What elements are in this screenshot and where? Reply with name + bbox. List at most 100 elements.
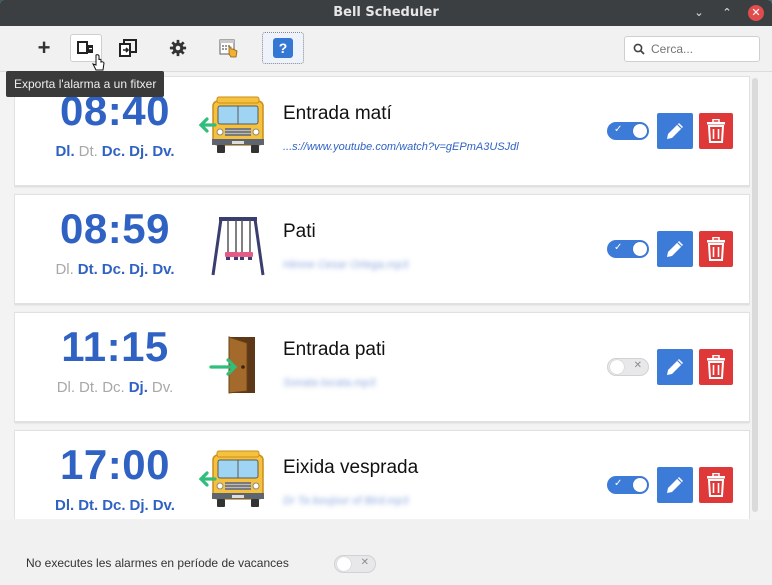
alarm-days: Dl. Dt. Dc. Dj. Dv.: [29, 143, 201, 160]
search-icon: [633, 43, 645, 55]
alarm-enabled-toggle[interactable]: ✕: [607, 358, 649, 376]
alarm-name: Pati: [283, 221, 316, 242]
delete-alarm-button[interactable]: [699, 349, 733, 385]
title-bar: Bell Scheduler ⌄ ⌃ ✕: [0, 0, 772, 26]
search-input[interactable]: [651, 42, 751, 56]
close-window-button[interactable]: ✕: [748, 5, 764, 21]
alarm-time: 17:00: [60, 441, 170, 488]
add-alarm-button[interactable]: +: [28, 34, 60, 62]
swing-icon: [199, 213, 273, 283]
edit-alarm-button[interactable]: [657, 113, 693, 149]
toggle-knob: [633, 242, 647, 256]
alarm-days: Dl. Dt. Dc. Dj. Dv.: [29, 379, 201, 396]
cross-icon: ✕: [633, 360, 642, 371]
day-2: Dc.: [102, 497, 126, 514]
day-1: Dt.: [78, 143, 98, 160]
tooltip-export: Exporta l'alarma a un fitxer: [6, 71, 165, 97]
import-icon: [119, 39, 137, 57]
alarm-time: 11:15: [61, 323, 169, 370]
minimize-button[interactable]: ⌄: [692, 0, 706, 26]
trash-icon: [707, 355, 725, 379]
edit-alarm-button[interactable]: [657, 349, 693, 385]
day-2: Dc.: [101, 143, 126, 160]
alarm-list: 08:40 Dl. Dt. Dc. Dj. Dv. Entrada matí ...s:…: [14, 76, 750, 519]
alarm-card: 17:00 Dl. Dt. Dc. Dj. Dv. Eixida vesprada Dr…: [14, 430, 750, 519]
day-3: Dj.: [129, 143, 149, 160]
mouse-pointer-icon: [92, 54, 105, 71]
day-3: Dj.: [129, 497, 149, 514]
scrollbar[interactable]: [752, 78, 758, 512]
vacation-label: No executes les alarmes en període de va…: [26, 556, 289, 570]
search-box[interactable]: [624, 36, 760, 62]
alarm-enabled-toggle[interactable]: ✓: [607, 122, 649, 140]
day-4: Dv.: [152, 261, 175, 278]
day-1: Dt.: [78, 497, 99, 514]
delete-alarm-button[interactable]: [699, 231, 733, 267]
day-4: Dv.: [151, 379, 174, 396]
alarm-days: Dl. Dt. Dc. Dj. Dv.: [29, 261, 201, 278]
day-2: Dc.: [101, 261, 126, 278]
door-icon: [199, 331, 273, 401]
alarm-name: Entrada pati: [283, 339, 386, 360]
day-0: Dl.: [55, 261, 74, 278]
trash-icon: [707, 237, 725, 261]
alarm-card: 11:15 Dl. Dt. Dc. Dj. Dv. Entrada pati Sonat…: [14, 312, 750, 422]
toggle-knob: [633, 478, 647, 492]
alarm-source: Dr Ta boujour of Bird.mp3: [283, 495, 409, 507]
window-title: Bell Scheduler: [333, 5, 439, 20]
alarm-source-blurred: Dr Ta boujour of Bird.mp3: [283, 495, 409, 507]
day-1: Dt.: [79, 379, 99, 396]
alarm-name: Eixida vesprada: [283, 457, 419, 478]
cross-icon: ✕: [360, 557, 369, 568]
window-controls: ⌄ ⌃ ✕: [692, 0, 764, 26]
day-4: Dv.: [152, 143, 175, 160]
alarm-source: Sonata tocata.mp3: [283, 377, 375, 389]
footer: No executes les alarmes en període de va…: [0, 520, 772, 585]
toggle-knob: [610, 360, 624, 374]
day-3: Dj.: [129, 261, 149, 278]
import-alarm-button[interactable]: [112, 34, 144, 62]
delete-alarm-button[interactable]: [699, 113, 733, 149]
alarm-days: Dl. Dt. Dc. Dj. Dv.: [29, 497, 201, 514]
alarm-source-blurred: Himne Cesar Ortega.mp3: [283, 259, 409, 271]
pencil-icon: [667, 359, 683, 375]
alarm-card: 08:59 Dl. Dt. Dc. Dj. Dv. Pati Himne Cesar O…: [14, 194, 750, 304]
check-icon: ✓: [614, 478, 623, 489]
help-button[interactable]: ?: [262, 32, 304, 64]
calendar-hand-icon: [219, 39, 238, 58]
settings-button[interactable]: [162, 34, 194, 62]
pencil-icon: [667, 123, 683, 139]
help-icon: ?: [273, 38, 293, 58]
trash-icon: [707, 473, 725, 497]
plus-icon: +: [37, 35, 51, 60]
holidays-button[interactable]: [212, 34, 244, 62]
toolbar: + ? Cerca...: [0, 26, 772, 72]
pencil-icon: [667, 477, 683, 493]
gear-icon: [169, 39, 187, 57]
delete-alarm-button[interactable]: [699, 467, 733, 503]
vacation-toggle[interactable]: ✕: [334, 555, 376, 573]
check-icon: ✓: [614, 242, 623, 253]
alarm-name: Entrada matí: [283, 103, 392, 124]
alarm-source: ...s://www.youtube.com/watch?v=gEPmA3USJ…: [283, 141, 519, 153]
toggle-knob: [337, 557, 351, 571]
maximize-button[interactable]: ⌃: [720, 0, 734, 26]
alarm-source: Himne Cesar Ortega.mp3: [283, 259, 408, 271]
pencil-icon: [667, 241, 683, 257]
alarm-enabled-toggle[interactable]: ✓: [607, 476, 649, 494]
alarm-time: 08:59: [60, 205, 170, 252]
school-bus-icon: [198, 95, 273, 165]
day-1: Dt.: [77, 261, 98, 278]
edit-alarm-button[interactable]: [657, 467, 693, 503]
day-0: Dl.: [55, 143, 75, 160]
edit-alarm-button[interactable]: [657, 231, 693, 267]
day-0: Dl.: [55, 497, 75, 514]
toggle-knob: [633, 124, 647, 138]
day-0: Dl.: [56, 379, 76, 396]
check-icon: ✓: [614, 124, 623, 135]
trash-icon: [707, 119, 725, 143]
day-4: Dv.: [152, 497, 175, 514]
day-2: Dc.: [102, 379, 125, 396]
app-window: Bell Scheduler ⌄ ⌃ ✕ + ? Cerca... 08:40 …: [0, 0, 772, 585]
alarm-enabled-toggle[interactable]: ✓: [607, 240, 649, 258]
